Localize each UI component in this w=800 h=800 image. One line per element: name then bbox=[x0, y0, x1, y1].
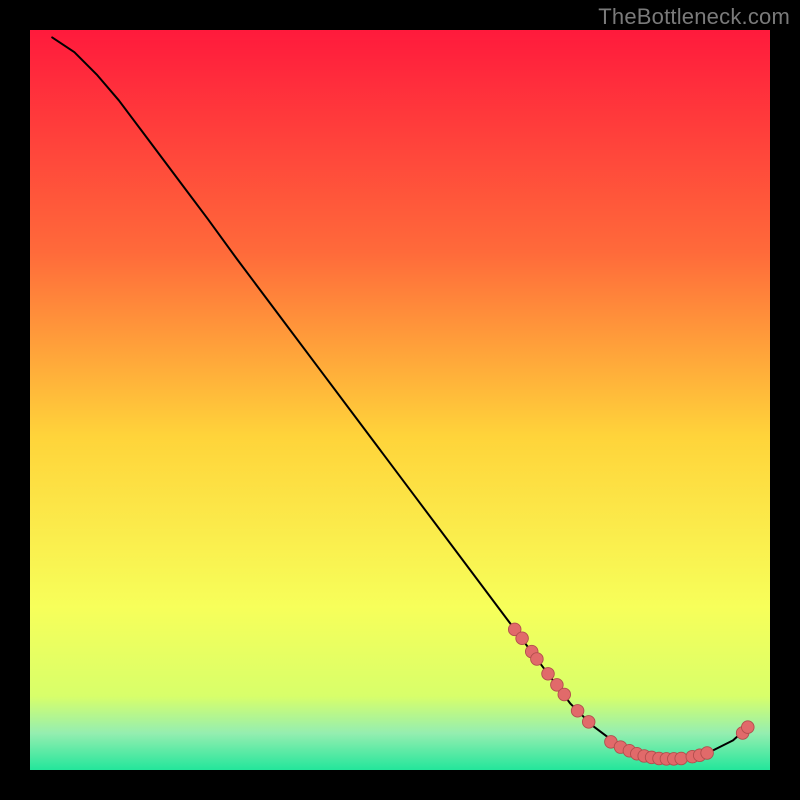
watermark-text: TheBottleneck.com bbox=[598, 4, 790, 30]
curve-marker bbox=[701, 747, 714, 760]
curve-marker bbox=[558, 688, 571, 701]
gradient-background bbox=[30, 30, 770, 770]
chart-frame: TheBottleneck.com bbox=[0, 0, 800, 800]
plot-area bbox=[30, 30, 770, 770]
chart-svg bbox=[30, 30, 770, 770]
curve-marker bbox=[742, 721, 755, 734]
curve-marker bbox=[531, 653, 544, 666]
curve-marker bbox=[571, 705, 584, 718]
curve-marker bbox=[542, 668, 555, 681]
curve-marker bbox=[582, 716, 595, 729]
curve-marker bbox=[516, 632, 529, 645]
curve-marker bbox=[675, 752, 688, 765]
